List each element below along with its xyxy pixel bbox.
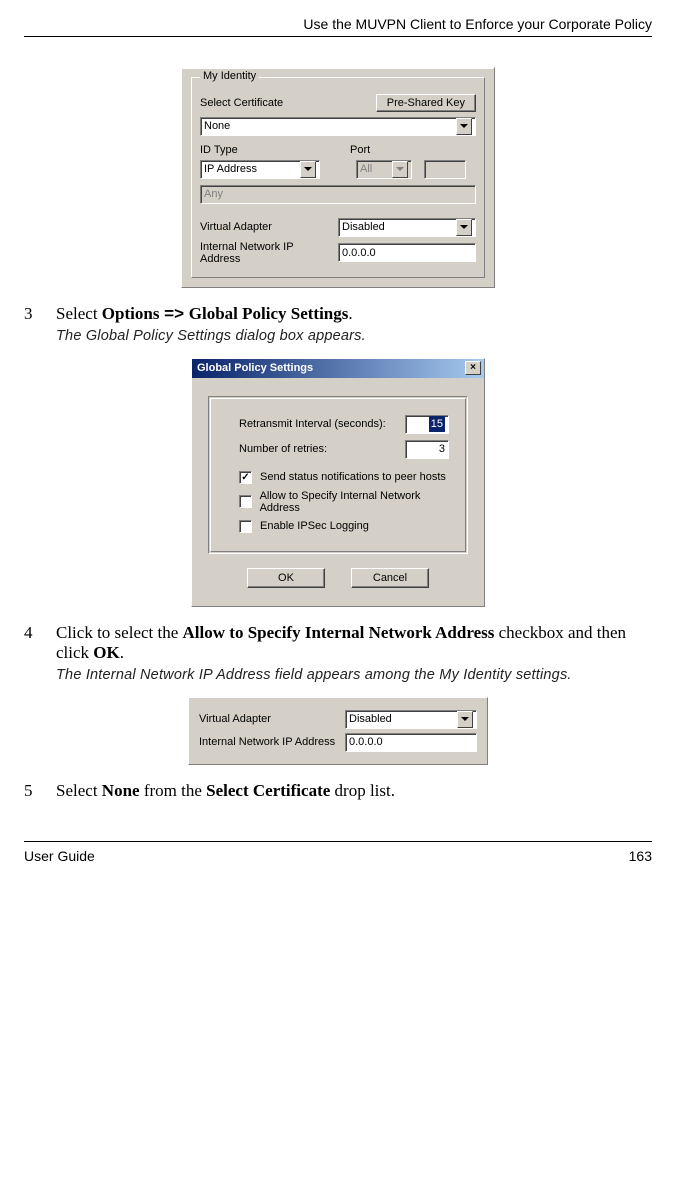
step-number: 3 <box>24 304 56 324</box>
text: Click to select the <box>56 623 183 642</box>
text-bold: None <box>102 781 140 800</box>
chevron-down-icon[interactable] <box>456 118 472 135</box>
my-identity-panel: My Identity Select Certificate Pre-Share… <box>181 67 495 288</box>
virtual-adapter-label: Virtual Adapter <box>199 713 339 725</box>
text-bold: Global Policy Settings <box>189 304 349 323</box>
checkbox-icon: ✓ <box>239 471 252 484</box>
internal-ip-value: 0.0.0.0 <box>342 245 376 261</box>
page-footer: User Guide 163 <box>24 848 652 864</box>
text: Select <box>56 781 102 800</box>
page-header: Use the MUVPN Client to Enforce your Cor… <box>24 16 652 32</box>
step-3: 3 Select Options => Global Policy Settin… <box>24 304 652 324</box>
chevron-down-icon[interactable] <box>457 711 473 728</box>
checkbox-icon <box>239 495 252 508</box>
step-number: 5 <box>24 781 56 801</box>
chevron-down-icon <box>392 161 408 178</box>
virtual-adapter-value: Disabled <box>342 219 385 235</box>
internal-ip-input[interactable]: 0.0.0.0 <box>345 733 477 752</box>
retransmit-label: Retransmit Interval (seconds): <box>239 418 386 430</box>
virtual-adapter-label: Virtual Adapter <box>200 221 332 233</box>
internal-ip-input[interactable]: 0.0.0.0 <box>338 243 476 262</box>
checkbox-label: Send status notifications to peer hosts <box>260 471 446 483</box>
port-value: All <box>360 161 372 177</box>
retries-label: Number of retries: <box>239 443 327 455</box>
checkbox-allow-internal-address[interactable]: Allow to Specify Internal Network Addres… <box>239 490 455 514</box>
footer-rule <box>24 841 652 842</box>
virtual-adapter-dropdown[interactable]: Disabled <box>338 218 476 237</box>
id-type-label: ID Type <box>200 144 320 156</box>
retransmit-input[interactable]: 15 <box>405 415 449 434</box>
text: drop list. <box>330 781 395 800</box>
retries-value: 3 <box>439 441 445 457</box>
text: . <box>348 304 352 323</box>
any-field: Any <box>200 185 476 204</box>
text: Select <box>56 304 102 323</box>
ok-button[interactable]: OK <box>247 568 325 588</box>
chevron-down-icon[interactable] <box>300 161 316 178</box>
internal-ip-label: Internal Network IP Address <box>199 736 339 748</box>
internal-ip-value: 0.0.0.0 <box>349 734 383 750</box>
text-bold: OK <box>93 643 119 662</box>
select-certificate-dropdown[interactable]: None <box>200 117 476 136</box>
text: . <box>120 643 124 662</box>
footer-left: User Guide <box>24 848 95 864</box>
id-type-dropdown[interactable]: IP Address <box>200 160 320 179</box>
step-5: 5 Select None from the Select Certificat… <box>24 781 652 801</box>
cancel-button[interactable]: Cancel <box>351 568 429 588</box>
id-type-value: IP Address <box>204 161 257 177</box>
text: from the <box>140 781 207 800</box>
internal-ip-label: Internal Network IP Address <box>200 241 332 265</box>
retries-input[interactable]: 3 <box>405 440 449 459</box>
checkbox-label: Allow to Specify Internal Network Addres… <box>260 490 455 514</box>
header-rule <box>24 36 652 37</box>
select-certificate-value: None <box>204 118 230 134</box>
groupbox-legend: My Identity <box>200 70 259 82</box>
checkbox-label: Enable IPSec Logging <box>260 520 369 532</box>
dialog-titlebar: Global Policy Settings × <box>192 359 484 378</box>
global-policy-settings-dialog: Global Policy Settings × Retransmit Inte… <box>191 358 485 607</box>
chevron-down-icon[interactable] <box>456 219 472 236</box>
text-bold: Select Certificate <box>206 781 330 800</box>
select-certificate-label: Select Certificate <box>200 97 283 109</box>
step-4: 4 Click to select the Allow to Specify I… <box>24 623 652 663</box>
port-extra-field <box>424 160 466 179</box>
arrow-icon: => <box>159 304 188 323</box>
checkbox-icon <box>239 520 252 533</box>
virtual-adapter-value: Disabled <box>349 711 392 727</box>
step-4-result: The Internal Network IP Address field ap… <box>56 667 652 683</box>
step-number: 4 <box>24 623 56 663</box>
identity-fragment-panel: Virtual Adapter Disabled Internal Networ… <box>188 697 488 765</box>
dialog-title: Global Policy Settings <box>197 362 313 374</box>
virtual-adapter-dropdown[interactable]: Disabled <box>345 710 477 729</box>
text-bold: Allow to Specify Internal Network Addres… <box>183 623 495 642</box>
page-number: 163 <box>629 848 652 864</box>
port-label: Port <box>350 144 370 156</box>
retransmit-value: 15 <box>429 416 445 432</box>
text-bold: Options <box>102 304 160 323</box>
step-3-result: The Global Policy Settings dialog box ap… <box>56 328 652 344</box>
port-dropdown: All <box>356 160 412 179</box>
any-label: Any <box>204 186 223 202</box>
checkbox-enable-ipsec-logging[interactable]: Enable IPSec Logging <box>239 520 455 533</box>
preshared-key-button[interactable]: Pre-Shared Key <box>376 94 476 112</box>
checkbox-send-status[interactable]: ✓ Send status notifications to peer host… <box>239 471 455 484</box>
close-icon[interactable]: × <box>465 361 481 375</box>
